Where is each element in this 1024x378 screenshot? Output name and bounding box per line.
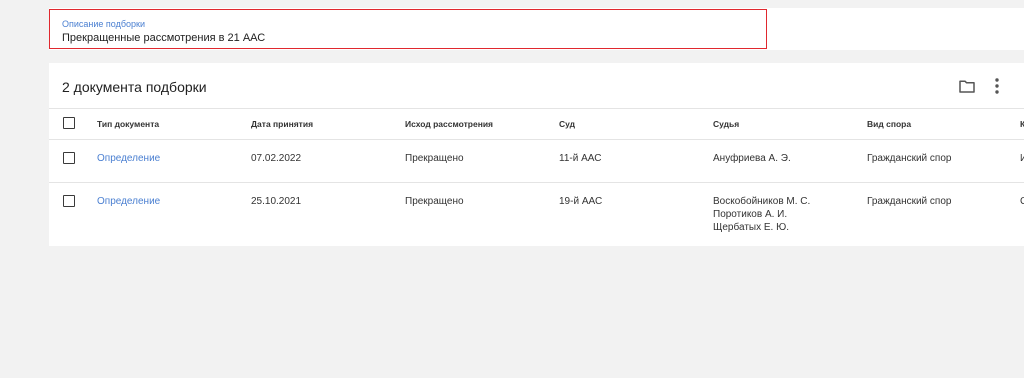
cell-court: 11-й ААС xyxy=(559,153,602,164)
cell-judge: Ануфриева А. Э. xyxy=(713,152,791,165)
divider xyxy=(49,139,1024,140)
divider xyxy=(49,182,1024,183)
collection-description-field[interactable]: Описание подборки Прекращенные рассмотре… xyxy=(49,9,767,49)
column-header-court[interactable]: Суд xyxy=(559,119,575,129)
judge-name: Поротиков А. И. xyxy=(713,209,788,220)
row-checkbox[interactable] xyxy=(63,195,75,207)
column-header-outcome[interactable]: Исход рассмотрения xyxy=(405,119,493,129)
cell-date: 07.02.2022 xyxy=(251,153,302,164)
column-header-extra[interactable]: К xyxy=(1020,119,1024,129)
judge-name: Щербатых Е. Ю. xyxy=(713,222,789,233)
column-header-date[interactable]: Дата принятия xyxy=(251,119,313,129)
cell-court: 19-й ААС xyxy=(559,196,603,207)
column-header-type[interactable]: Тип документа xyxy=(97,119,159,129)
column-header-dispute[interactable]: Вид спора xyxy=(867,119,911,129)
document-type-link[interactable]: Определение xyxy=(97,195,160,208)
column-header-judge[interactable]: Судья xyxy=(713,119,739,129)
cell-date: 25.10.2021 xyxy=(251,196,302,207)
select-all-checkbox[interactable] xyxy=(63,117,75,129)
documents-card: 2 документа подборки Тип документа Дата … xyxy=(49,63,1024,246)
divider xyxy=(49,108,1024,109)
more-vertical-icon[interactable] xyxy=(990,77,1004,95)
folder-icon[interactable] xyxy=(959,79,975,93)
description-value[interactable]: Прекращенные рассмотрения в 21 ААС xyxy=(62,32,265,44)
judge-name: Ануфриева А. Э. xyxy=(713,153,791,164)
row-checkbox[interactable] xyxy=(63,152,75,164)
cell-extra: И xyxy=(1020,153,1024,164)
document-type-link[interactable]: Определение xyxy=(97,152,160,165)
judge-name: Воскобойников М. С. xyxy=(713,196,811,207)
description-label: Описание подборки xyxy=(62,19,145,29)
cell-dispute: Гражданский спор xyxy=(867,196,952,207)
cell-dispute: Гражданский спор xyxy=(867,153,952,164)
cell-extra: С xyxy=(1020,196,1024,207)
cell-judge: Воскобойников М. С. Поротиков А. И. Щерб… xyxy=(713,195,810,234)
card-title: 2 документа подборки xyxy=(62,79,207,95)
cell-outcome: Прекращено xyxy=(405,153,464,164)
cell-outcome: Прекращено xyxy=(405,196,464,207)
